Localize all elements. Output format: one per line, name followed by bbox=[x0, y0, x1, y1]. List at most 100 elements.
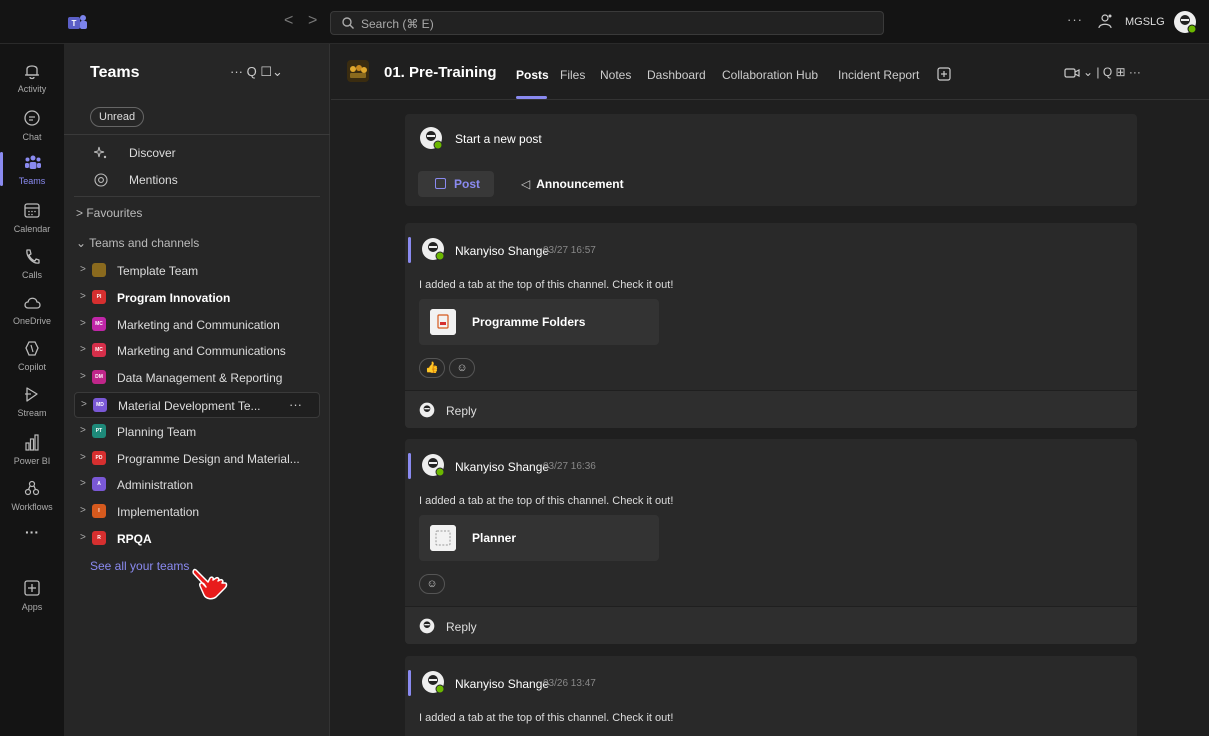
rail-powerbi[interactable]: Power BI bbox=[0, 428, 64, 474]
expand-chevron-icon[interactable]: > bbox=[80, 532, 86, 543]
rail-label: Apps bbox=[21, 602, 43, 612]
search-input[interactable]: Search (⌘ E) bbox=[330, 11, 884, 35]
post-button[interactable]: Post bbox=[418, 171, 494, 197]
tab-link-name: Programme Folders bbox=[472, 315, 586, 329]
tab-collaboration-hub[interactable]: Collaboration Hub bbox=[722, 68, 818, 82]
back-button[interactable]: < bbox=[284, 12, 293, 30]
rail-onedrive[interactable]: OneDrive bbox=[0, 288, 64, 334]
team-avatar-icon: PI bbox=[92, 289, 106, 304]
tab-incident-report[interactable]: Incident Report bbox=[838, 68, 919, 82]
thumbs-up-reaction[interactable]: 👍 bbox=[419, 358, 445, 378]
planner-tab-icon bbox=[430, 525, 456, 551]
unread-filter-button[interactable]: Unread bbox=[90, 107, 145, 127]
team-more-options-button[interactable]: ··· bbox=[289, 397, 302, 412]
profile-avatar-icon[interactable] bbox=[1173, 10, 1197, 34]
rail-copilot[interactable]: Copilot bbox=[0, 334, 64, 380]
team-name: Program Innovation bbox=[117, 290, 231, 305]
tab-files[interactable]: Files bbox=[560, 68, 585, 82]
org-name[interactable]: MGSLG bbox=[1125, 16, 1165, 28]
rail-calls[interactable]: Calls bbox=[0, 242, 64, 288]
teams-logo-icon: T bbox=[68, 15, 87, 29]
expand-chevron-icon[interactable]: > bbox=[80, 371, 86, 382]
expand-chevron-icon[interactable]: > bbox=[80, 344, 86, 355]
add-reaction-icon[interactable]: ☺ bbox=[419, 574, 445, 594]
expand-chevron-icon[interactable]: > bbox=[80, 478, 86, 489]
rail-chat[interactable]: Chat bbox=[0, 104, 64, 150]
message-author[interactable]: Nkanyiso Shange bbox=[455, 244, 549, 258]
tab-link-card[interactable]: Programme Folders bbox=[419, 299, 659, 345]
team-item[interactable]: > DM Data Management & Reporting bbox=[74, 365, 320, 391]
expand-chevron-icon[interactable]: > bbox=[80, 425, 86, 436]
tab-posts[interactable]: Posts bbox=[516, 68, 549, 82]
tab-dashboard[interactable]: Dashboard bbox=[647, 68, 706, 82]
settings-more-button[interactable]: ··· bbox=[1067, 12, 1083, 27]
reply-bar[interactable]: Reply bbox=[405, 390, 1137, 428]
reply-avatar-icon bbox=[419, 618, 435, 634]
reply-bar[interactable]: Reply bbox=[405, 606, 1137, 644]
team-item[interactable]: > PI Program Innovation bbox=[74, 285, 320, 311]
message-timestamp: 03/26 13:47 bbox=[543, 678, 596, 689]
video-call-icon[interactable] bbox=[1064, 66, 1080, 80]
favourites-section[interactable]: > Favourites bbox=[76, 206, 142, 220]
post-icon bbox=[435, 178, 446, 189]
rail-calendar[interactable]: Calendar bbox=[0, 196, 64, 242]
team-avatar-icon: MD bbox=[93, 398, 107, 412]
tab-notes[interactable]: Notes bbox=[600, 68, 631, 82]
team-item[interactable]: > PD Programme Design and Material... bbox=[74, 446, 320, 472]
announcement-label: Announcement bbox=[536, 177, 624, 191]
expand-chevron-icon[interactable]: > bbox=[80, 452, 86, 463]
message-card: Nkanyiso Shange 03/27 16:36 I added a ta… bbox=[405, 439, 1137, 644]
add-tab-icon[interactable] bbox=[937, 67, 951, 81]
discover-item[interactable]: Discover bbox=[74, 140, 320, 166]
message-body: I added a tab at the top of this channel… bbox=[419, 279, 674, 291]
message-author[interactable]: Nkanyiso Shange bbox=[455, 677, 549, 691]
expand-chevron-icon[interactable]: > bbox=[80, 505, 86, 516]
people-icon[interactable] bbox=[1097, 13, 1113, 29]
team-item[interactable]: > PT Planning Team bbox=[74, 419, 320, 445]
forward-button[interactable]: > bbox=[308, 12, 317, 30]
team-item[interactable]: > R RPQA bbox=[74, 526, 320, 552]
team-item[interactable]: > Template Team bbox=[74, 258, 320, 284]
teams-channels-section[interactable]: ⌄ Teams and channels bbox=[76, 236, 199, 250]
expand-chevron-icon[interactable]: > bbox=[80, 291, 86, 302]
team-item[interactable]: > MD Material Development Te... ··· bbox=[74, 392, 320, 418]
rail-label: Activity bbox=[17, 84, 47, 94]
mentions-label: Mentions bbox=[129, 173, 178, 187]
team-item[interactable]: > MC Marketing and Communication bbox=[74, 312, 320, 338]
at-icon bbox=[94, 173, 108, 187]
teams-icon bbox=[25, 155, 41, 169]
team-avatar-icon: PT bbox=[92, 423, 106, 438]
team-item[interactable]: > MC Marketing and Communications bbox=[74, 338, 320, 364]
rail-more[interactable]: ··· bbox=[0, 518, 64, 564]
team-avatar-icon: A bbox=[92, 477, 106, 492]
divider bbox=[74, 196, 320, 197]
rail-workflows[interactable]: Workflows bbox=[0, 474, 64, 520]
start-new-post-button[interactable]: Start a new post bbox=[455, 132, 542, 146]
message-body: I added a tab at the top of this channel… bbox=[419, 495, 674, 507]
expand-chevron-icon[interactable]: > bbox=[81, 399, 87, 410]
mentions-item[interactable]: Mentions bbox=[74, 167, 320, 193]
bell-icon bbox=[25, 65, 39, 80]
chart-icon bbox=[25, 434, 39, 451]
rail-teams[interactable]: Teams bbox=[0, 148, 64, 194]
team-item[interactable]: > A Administration bbox=[74, 472, 320, 498]
tab-link-card[interactable]: Planner bbox=[419, 515, 659, 561]
panel-actions[interactable]: ··· Q ☐⌄ bbox=[230, 64, 283, 80]
expand-chevron-icon[interactable]: > bbox=[80, 318, 86, 329]
app-rail: Activity Chat Teams Calendar Calls OneDr… bbox=[0, 44, 64, 736]
team-item[interactable]: > I Implementation bbox=[74, 499, 320, 525]
add-reaction-icon[interactable]: ☺ bbox=[449, 358, 475, 378]
rail-activity[interactable]: Activity bbox=[0, 56, 64, 102]
expand-chevron-icon[interactable]: > bbox=[80, 264, 86, 275]
channel-image-icon bbox=[347, 60, 369, 82]
rail-apps[interactable]: Apps bbox=[0, 574, 64, 620]
announcement-button[interactable]: ◁ Announcement bbox=[521, 177, 624, 191]
user-avatar-icon bbox=[422, 671, 445, 694]
header-tools[interactable]: ⌄ | Q ⊞ ··· bbox=[1083, 65, 1141, 79]
tab-link-name: Planner bbox=[472, 531, 517, 545]
rail-stream[interactable]: Stream bbox=[0, 380, 64, 426]
message-author[interactable]: Nkanyiso Shange bbox=[455, 460, 549, 474]
unread-accent bbox=[408, 670, 411, 696]
user-avatar-icon bbox=[422, 454, 445, 477]
see-all-teams-link[interactable]: See all your teams bbox=[90, 559, 189, 573]
